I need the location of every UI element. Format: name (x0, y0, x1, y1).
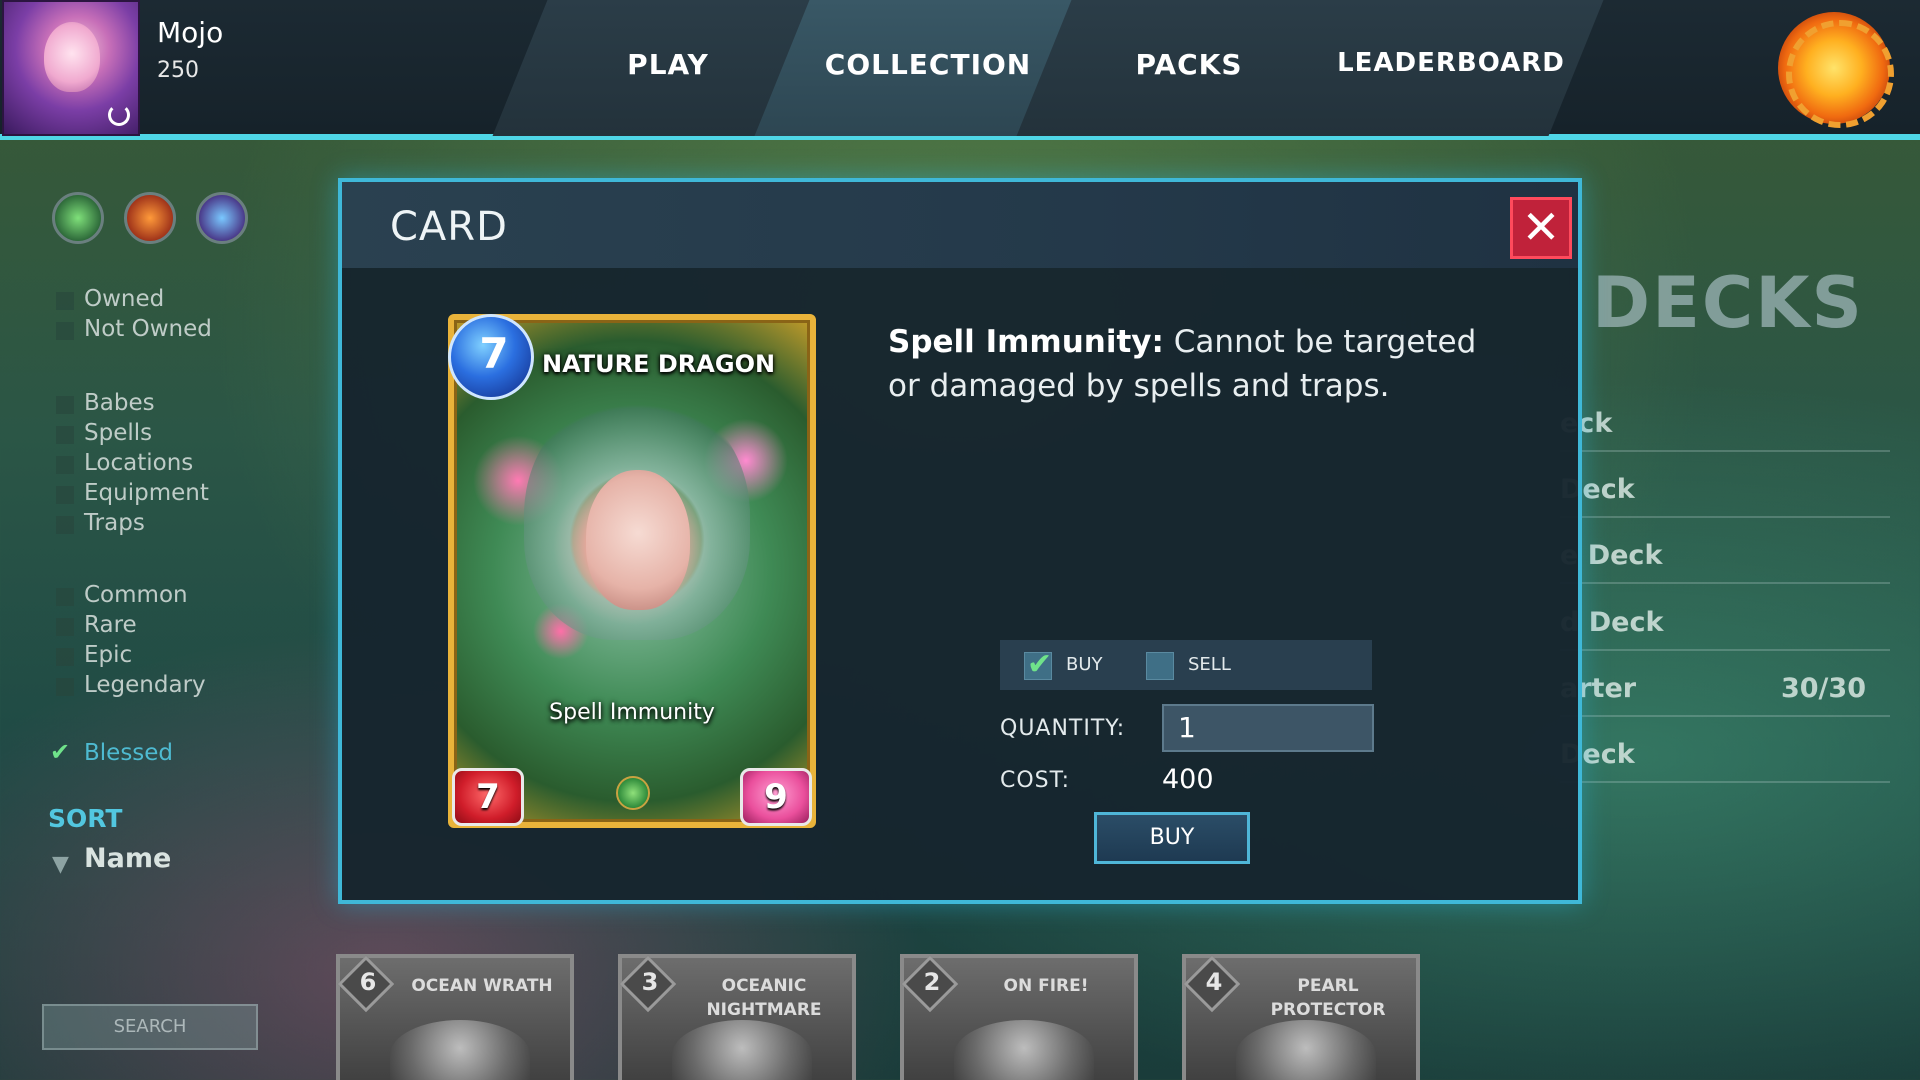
search-input[interactable]: SEARCH (42, 1004, 258, 1050)
deck-row[interactable]: Deck (1560, 727, 1890, 783)
buy-button[interactable]: BUY (1094, 812, 1250, 864)
filter-spells[interactable]: Spells (84, 420, 152, 446)
card-title: PEARL PROTECTOR (1270, 976, 1386, 1020)
cost-value: 400 (1162, 764, 1214, 795)
sell-option-label[interactable]: SELL (1188, 654, 1231, 675)
tab-play-label[interactable]: PLAY (533, 48, 803, 81)
card-description: Spell Immunity: Cannot be targeted or da… (888, 320, 1508, 408)
deck-row[interactable]: d Deck (1560, 595, 1890, 651)
deck-row[interactable]: arter 30/30 (1560, 661, 1890, 717)
card-art (954, 1020, 1094, 1080)
card-health: 9 (764, 777, 788, 817)
spells-checkbox[interactable] (56, 426, 74, 444)
card-cost: 2 (923, 968, 941, 996)
sort-direction-icon[interactable]: ▼ (52, 852, 69, 877)
ability-keyword: Spell Immunity: (888, 324, 1164, 360)
modal-header: CARD ✕ (342, 182, 1578, 268)
power-icon[interactable] (108, 104, 130, 126)
blessed-check-icon[interactable]: ✔ (50, 738, 70, 766)
card-cost: 7 (479, 329, 509, 378)
tab-leaderboard-label[interactable]: LEADERBOARD (1316, 48, 1586, 78)
health-heart-icon: 9 (740, 768, 812, 826)
filter-not-owned[interactable]: Not Owned (84, 316, 212, 342)
decks-title: DECKS (1592, 262, 1864, 344)
card-art (390, 1020, 530, 1080)
sort-title: SORT (48, 804, 123, 833)
quantity-label: QUANTITY: (1000, 716, 1126, 741)
filter-common[interactable]: Common (84, 582, 188, 608)
card-name: NATURE DRAGON (542, 350, 776, 378)
tab-packs-label[interactable]: PACKS (1054, 48, 1324, 81)
player-coins: 250 (157, 58, 199, 83)
not-owned-checkbox[interactable] (56, 322, 74, 340)
card-cost: 4 (1205, 968, 1223, 996)
card-art (1236, 1020, 1376, 1080)
sun-settings-icon[interactable] (1778, 12, 1894, 128)
player-name: Mojo (157, 16, 224, 49)
collection-card[interactable]: 6 OCEAN WRATH (336, 954, 574, 1080)
deck-row[interactable]: e Deck (1560, 528, 1890, 584)
deck-row[interactable]: Deck (1560, 462, 1890, 518)
card-preview: 7 NATURE DRAGON Spell Immunity 7 9 (448, 314, 816, 828)
sort-by-name[interactable]: Name (84, 843, 171, 874)
card-detail-modal: CARD ✕ 7 NATURE DRAGON Spell Immunity 7 … (338, 178, 1582, 904)
close-icon[interactable]: ✕ (1522, 200, 1561, 254)
filter-babes[interactable]: Babes (84, 390, 155, 416)
filter-epic[interactable]: Epic (84, 642, 132, 668)
collection-card[interactable]: 2 ON FIRE! (900, 954, 1138, 1080)
tab-collection-label[interactable]: COLLECTION (793, 48, 1063, 81)
attack-lips-icon: 7 (452, 768, 524, 826)
traps-checkbox[interactable] (56, 516, 74, 534)
filter-traps[interactable]: Traps (84, 510, 145, 536)
card-title: ON FIRE! (1003, 976, 1089, 996)
filter-rare[interactable]: Rare (84, 612, 137, 638)
collection-card[interactable]: 3 OCEANIC NIGHTMARE (618, 954, 856, 1080)
card-art (672, 1020, 812, 1080)
mana-gem-icon: 7 (448, 314, 534, 400)
card-ability: Spell Immunity (549, 700, 715, 725)
nature-element-icon[interactable] (52, 192, 104, 244)
cost-label: COST: (1000, 768, 1071, 793)
card-cost: 6 (359, 968, 377, 996)
filter-legendary[interactable]: Legendary (84, 672, 206, 698)
water-element-icon[interactable] (196, 192, 248, 244)
avatar-portrait (44, 22, 100, 92)
buy-option-label[interactable]: BUY (1066, 654, 1103, 675)
filter-locations[interactable]: Locations (84, 450, 193, 476)
rare-checkbox[interactable] (56, 618, 74, 636)
buy-checkbox[interactable]: ✔ (1024, 647, 1052, 682)
deck-count: 30/30 (1780, 673, 1866, 704)
legendary-checkbox[interactable] (56, 678, 74, 696)
close-button[interactable]: ✕ (1510, 197, 1572, 259)
card-title: OCEAN WRATH (411, 976, 553, 996)
filter-owned[interactable]: Owned (84, 286, 164, 312)
modal-title: CARD (390, 204, 508, 250)
babes-checkbox[interactable] (56, 396, 74, 414)
sell-checkbox[interactable] (1146, 652, 1174, 680)
card-art-face (586, 470, 690, 610)
buy-sell-toggle: ✔ BUY SELL (1000, 640, 1372, 690)
fire-element-icon[interactable] (124, 192, 176, 244)
nature-emblem-icon (616, 776, 650, 810)
collection-card[interactable]: 4 PEARL PROTECTOR (1182, 954, 1420, 1080)
filter-equipment[interactable]: Equipment (84, 480, 209, 506)
owned-checkbox[interactable] (56, 292, 74, 310)
equipment-checkbox[interactable] (56, 486, 74, 504)
common-checkbox[interactable] (56, 588, 74, 606)
epic-checkbox[interactable] (56, 648, 74, 666)
quantity-input[interactable]: 1 (1162, 704, 1374, 752)
locations-checkbox[interactable] (56, 456, 74, 474)
card-title: OCEANIC NIGHTMARE (706, 976, 822, 1020)
deck-row[interactable]: eck (1560, 396, 1890, 452)
top-bar: Mojo 250 PLAY COLLECTION PACKS LEADERBOA… (0, 0, 1920, 140)
player-avatar[interactable] (2, 0, 140, 136)
card-cost: 3 (641, 968, 659, 996)
check-icon: ✔ (1027, 647, 1053, 682)
filter-blessed[interactable]: Blessed (84, 740, 173, 766)
card-attack: 7 (476, 777, 500, 817)
